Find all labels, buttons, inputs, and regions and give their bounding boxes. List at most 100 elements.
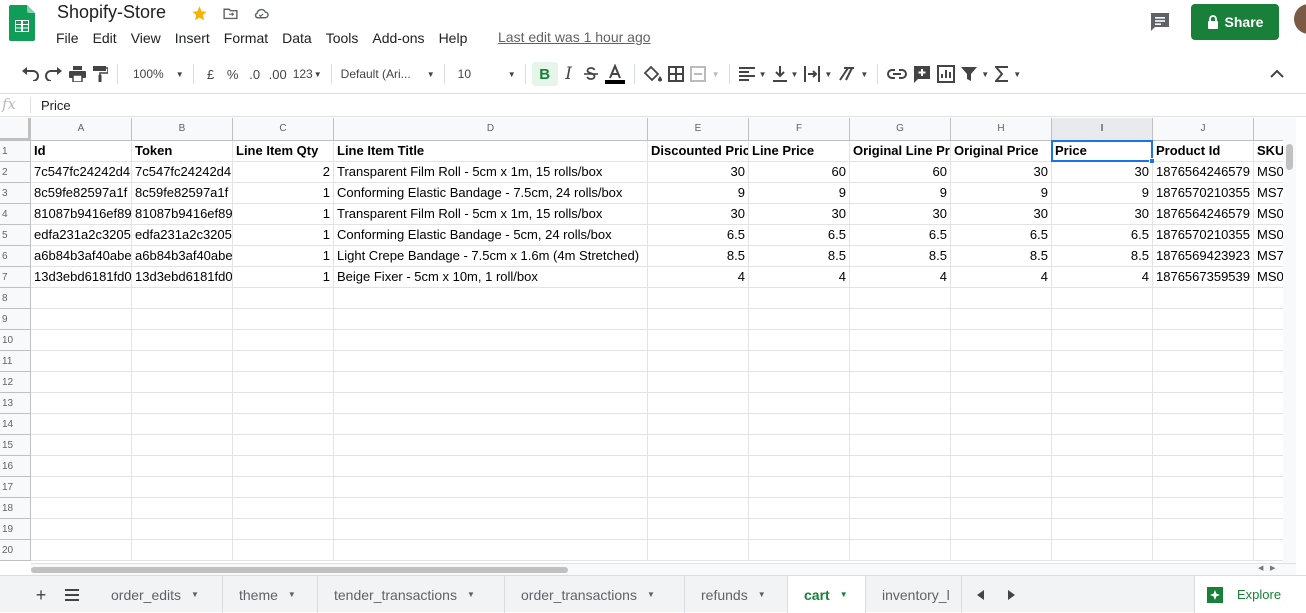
sheets-logo-icon[interactable]	[9, 5, 35, 41]
empty-cell[interactable]	[1052, 351, 1153, 372]
column-header[interactable]: J	[1153, 118, 1254, 141]
empty-cell[interactable]	[334, 456, 648, 477]
table-cell[interactable]: 8c59fe82597a1f	[31, 183, 132, 204]
table-cell[interactable]: 8.5	[749, 246, 850, 267]
print-icon[interactable]	[66, 62, 89, 86]
row-header[interactable]: 4	[0, 204, 31, 225]
table-cell[interactable]: 1	[233, 225, 334, 246]
move-folder-icon[interactable]	[221, 4, 239, 22]
last-edit-link[interactable]: Last edit was 1 hour ago	[498, 29, 651, 45]
empty-cell[interactable]	[334, 435, 648, 456]
empty-cell[interactable]	[951, 540, 1052, 561]
header-cell[interactable]: Line Price	[749, 141, 850, 162]
empty-cell[interactable]	[648, 498, 749, 519]
formula-input[interactable]: Price	[41, 98, 71, 113]
empty-cell[interactable]	[132, 288, 233, 309]
table-cell[interactable]: 30	[749, 204, 850, 225]
table-cell[interactable]: 9	[1052, 183, 1153, 204]
empty-cell[interactable]	[951, 414, 1052, 435]
column-header[interactable]: E	[648, 118, 749, 141]
table-cell[interactable]: 81087b9416ef89	[31, 204, 132, 225]
empty-cell[interactable]	[648, 309, 749, 330]
select-all-corner[interactable]	[0, 118, 31, 141]
table-cell[interactable]: 6.5	[1052, 225, 1153, 246]
table-cell[interactable]: 8c59fe82597a1f	[132, 183, 233, 204]
empty-cell[interactable]	[1052, 288, 1153, 309]
table-cell[interactable]: 4	[749, 267, 850, 288]
menu-help[interactable]: Help	[432, 29, 475, 49]
table-cell[interactable]: 4	[648, 267, 749, 288]
table-cell[interactable]: 6.5	[749, 225, 850, 246]
tab-cart[interactable]: cart ▼	[788, 576, 866, 613]
table-cell[interactable]: 1876570210355	[1153, 183, 1254, 204]
empty-cell[interactable]	[31, 330, 132, 351]
empty-cell[interactable]	[749, 435, 850, 456]
empty-cell[interactable]	[334, 519, 648, 540]
empty-cell[interactable]	[334, 540, 648, 561]
column-header[interactable]: H	[951, 118, 1052, 141]
header-cell[interactable]: Id	[31, 141, 132, 162]
empty-cell[interactable]	[1153, 309, 1254, 330]
empty-cell[interactable]	[749, 414, 850, 435]
empty-cell[interactable]	[233, 309, 334, 330]
tab-tender_transactions[interactable]: tender_transactions ▼	[318, 576, 505, 613]
table-cell[interactable]: 8.5	[1052, 246, 1153, 267]
add-sheet-icon[interactable]: +	[31, 585, 51, 605]
empty-cell[interactable]	[334, 393, 648, 414]
tab-refunds[interactable]: refunds ▼	[685, 576, 788, 613]
cloud-saved-icon[interactable]	[252, 4, 270, 22]
horizontal-align-icon[interactable]: ▼	[736, 62, 770, 86]
empty-cell[interactable]	[648, 456, 749, 477]
table-cell[interactable]: edfa231a2c3205	[31, 225, 132, 246]
font-family-select[interactable]: Default (Ari... ▼	[338, 62, 438, 86]
table-cell[interactable]: 60	[850, 162, 951, 183]
tab-order_edits[interactable]: order_edits ▼	[95, 576, 223, 613]
empty-cell[interactable]	[951, 456, 1052, 477]
share-button[interactable]: Share	[1191, 4, 1279, 40]
tab-menu-chevron-icon[interactable]: ▼	[840, 590, 848, 599]
table-cell[interactable]: 9	[749, 183, 850, 204]
empty-cell[interactable]	[31, 414, 132, 435]
column-header[interactable]: C	[233, 118, 334, 141]
empty-cell[interactable]	[31, 498, 132, 519]
empty-cell[interactable]	[951, 330, 1052, 351]
table-cell[interactable]: 2	[233, 162, 334, 183]
empty-cell[interactable]	[850, 351, 951, 372]
table-cell[interactable]: 30	[1052, 204, 1153, 225]
column-header[interactable]: F	[749, 118, 850, 141]
empty-cell[interactable]	[334, 330, 648, 351]
empty-cell[interactable]	[1153, 540, 1254, 561]
table-cell[interactable]: 8.5	[850, 246, 951, 267]
header-cell[interactable]: Line Item Qty	[233, 141, 334, 162]
empty-cell[interactable]	[648, 477, 749, 498]
table-cell[interactable]: 4	[951, 267, 1052, 288]
empty-cell[interactable]	[850, 519, 951, 540]
empty-cell[interactable]	[233, 393, 334, 414]
more-formats-button[interactable]: 123 ▼	[290, 62, 325, 86]
empty-cell[interactable]	[132, 477, 233, 498]
fill-color-icon[interactable]	[641, 62, 665, 86]
table-cell[interactable]: 6.5	[951, 225, 1052, 246]
empty-cell[interactable]	[31, 540, 132, 561]
empty-cell[interactable]	[132, 309, 233, 330]
empty-cell[interactable]	[1153, 414, 1254, 435]
paint-format-icon[interactable]	[89, 62, 111, 86]
comment-history-icon[interactable]	[1148, 10, 1172, 34]
column-header[interactable]: B	[132, 118, 233, 141]
empty-cell[interactable]	[334, 288, 648, 309]
empty-cell[interactable]	[1153, 519, 1254, 540]
table-cell[interactable]: 1876567359539	[1153, 267, 1254, 288]
tab-menu-chevron-icon[interactable]: ▼	[467, 590, 475, 599]
scroll-right-arrow-icon[interactable]: ▶	[1270, 564, 1275, 572]
empty-cell[interactable]	[850, 393, 951, 414]
empty-cell[interactable]	[1052, 519, 1153, 540]
document-title[interactable]: Shopify-Store	[57, 2, 166, 23]
empty-cell[interactable]	[132, 456, 233, 477]
empty-cell[interactable]	[31, 351, 132, 372]
empty-cell[interactable]	[233, 519, 334, 540]
table-cell[interactable]: 81087b9416ef89	[132, 204, 233, 225]
scroll-tabs-left-icon[interactable]	[970, 585, 990, 605]
empty-cell[interactable]	[648, 330, 749, 351]
empty-cell[interactable]	[233, 456, 334, 477]
vertical-align-icon[interactable]: ▼	[770, 62, 802, 86]
